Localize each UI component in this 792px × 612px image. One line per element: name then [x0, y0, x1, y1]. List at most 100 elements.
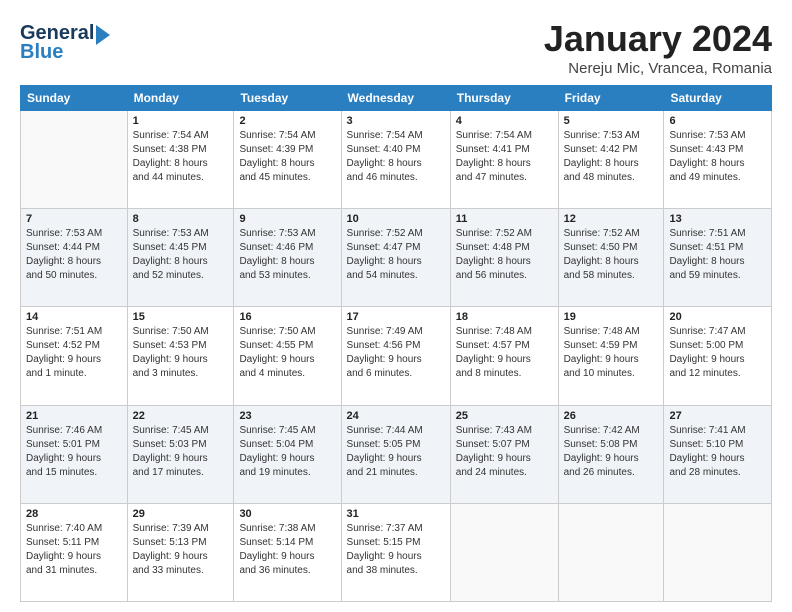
- day-number: 6: [669, 115, 766, 127]
- table-row: 13 Sunrise: 7:51 AMSunset: 4:51 PMDayligh…: [664, 209, 772, 307]
- day-number: 5: [564, 115, 659, 127]
- day-number: 27: [669, 410, 766, 422]
- col-sunday: Sunday: [21, 86, 128, 111]
- day-number: 24: [347, 410, 445, 422]
- table-row: 24 Sunrise: 7:44 AMSunset: 5:05 PMDayligh…: [341, 405, 450, 503]
- table-row: 26Sunrise: 7:42 AMSunset: 5:08 PMDayligh…: [558, 405, 664, 503]
- table-row: 30Sunrise: 7:38 AMSunset: 5:14 PMDayligh…: [234, 503, 341, 601]
- logo: General Blue: [20, 22, 110, 64]
- day-number: 22: [133, 410, 229, 422]
- day-number: 20: [669, 311, 766, 323]
- day-info: Sunrise: 7:51 AMSunset: 4:52 PMDaylight:…: [26, 325, 122, 381]
- day-info: Sunrise: 7:41 AMSunset: 5:10 PMDaylight:…: [669, 424, 766, 480]
- table-row: 21 Sunrise: 7:46 AMSunset: 5:01 PMDayligh…: [21, 405, 128, 503]
- table-row: 25Sunrise: 7:43 AMSunset: 5:07 PMDayligh…: [450, 405, 558, 503]
- day-number: 14: [26, 311, 122, 323]
- day-info: Sunrise: 7:52 AMSunset: 4:48 PMDaylight:…: [456, 227, 553, 283]
- table-row: [21, 111, 128, 209]
- day-info: Sunrise: 7:39 AMSunset: 5:13 PMDaylight:…: [133, 522, 229, 578]
- day-number: 19: [564, 311, 659, 323]
- table-row: 2Sunrise: 7:54 AMSunset: 4:39 PMDaylight…: [234, 111, 341, 209]
- day-info: Sunrise: 7:44 AMSunset: 5:05 PMDaylight:…: [347, 424, 445, 480]
- day-info: Sunrise: 7:50 AMSunset: 4:55 PMDaylight:…: [239, 325, 335, 381]
- table-row: 4 Sunrise: 7:54 AMSunset: 4:41 PMDaylight…: [450, 111, 558, 209]
- day-number: 25: [456, 410, 553, 422]
- day-number: 28: [26, 508, 122, 520]
- day-info: Sunrise: 7:52 AMSunset: 4:50 PMDaylight:…: [564, 227, 659, 283]
- day-number: 1: [133, 115, 229, 127]
- day-info: Sunrise: 7:45 AMSunset: 5:03 PMDaylight:…: [133, 424, 229, 480]
- day-number: 7: [26, 213, 122, 225]
- day-info: Sunrise: 7:54 AMSunset: 4:41 PMDaylight:…: [456, 129, 553, 185]
- day-info: Sunrise: 7:48 AMSunset: 4:57 PMDaylight:…: [456, 325, 553, 381]
- week-row-0: 1Sunrise: 7:54 AMSunset: 4:38 PMDaylight…: [21, 111, 772, 209]
- table-row: 12 Sunrise: 7:52 AMSunset: 4:50 PMDayligh…: [558, 209, 664, 307]
- table-row: 22 Sunrise: 7:45 AMSunset: 5:03 PMDayligh…: [127, 405, 234, 503]
- week-row-4: 28 Sunrise: 7:40 AMSunset: 5:11 PMDayligh…: [21, 503, 772, 601]
- day-number: 17: [347, 311, 445, 323]
- day-info: Sunrise: 7:49 AMSunset: 4:56 PMDaylight:…: [347, 325, 445, 381]
- week-row-3: 21 Sunrise: 7:46 AMSunset: 5:01 PMDayligh…: [21, 405, 772, 503]
- day-number: 21: [26, 410, 122, 422]
- header: General Blue January 2024 Nereju Mic, Vr…: [20, 18, 772, 77]
- table-row: 1Sunrise: 7:54 AMSunset: 4:38 PMDaylight…: [127, 111, 234, 209]
- table-row: 28 Sunrise: 7:40 AMSunset: 5:11 PMDayligh…: [21, 503, 128, 601]
- page: General Blue January 2024 Nereju Mic, Vr…: [0, 0, 792, 612]
- table-row: 10Sunrise: 7:52 AMSunset: 4:47 PMDayligh…: [341, 209, 450, 307]
- day-info: Sunrise: 7:40 AMSunset: 5:11 PMDaylight:…: [26, 522, 122, 578]
- table-row: 31 Sunrise: 7:37 AMSunset: 5:15 PMDayligh…: [341, 503, 450, 601]
- table-row: 14 Sunrise: 7:51 AMSunset: 4:52 PMDayligh…: [21, 307, 128, 405]
- day-number: 15: [133, 311, 229, 323]
- day-info: Sunrise: 7:52 AMSunset: 4:47 PMDaylight:…: [347, 227, 445, 283]
- location: Nereju Mic, Vrancea, Romania: [544, 60, 772, 77]
- day-info: Sunrise: 7:53 AMSunset: 4:43 PMDaylight:…: [669, 129, 766, 185]
- col-tuesday: Tuesday: [234, 86, 341, 111]
- day-info: Sunrise: 7:45 AMSunset: 5:04 PMDaylight:…: [239, 424, 335, 480]
- day-info: Sunrise: 7:47 AMSunset: 5:00 PMDaylight:…: [669, 325, 766, 381]
- col-saturday: Saturday: [664, 86, 772, 111]
- table-row: 18 Sunrise: 7:48 AMSunset: 4:57 PMDayligh…: [450, 307, 558, 405]
- table-row: 20 Sunrise: 7:47 AMSunset: 5:00 PMDayligh…: [664, 307, 772, 405]
- day-number: 4: [456, 115, 553, 127]
- calendar-header-row: Sunday Monday Tuesday Wednesday Thursday…: [21, 86, 772, 111]
- table-row: 16 Sunrise: 7:50 AMSunset: 4:55 PMDayligh…: [234, 307, 341, 405]
- table-row: [450, 503, 558, 601]
- day-number: 3: [347, 115, 445, 127]
- table-row: [664, 503, 772, 601]
- col-wednesday: Wednesday: [341, 86, 450, 111]
- day-info: Sunrise: 7:51 AMSunset: 4:51 PMDaylight:…: [669, 227, 766, 283]
- table-row: 3 Sunrise: 7:54 AMSunset: 4:40 PMDaylight…: [341, 111, 450, 209]
- day-info: Sunrise: 7:53 AMSunset: 4:45 PMDaylight:…: [133, 227, 229, 283]
- col-thursday: Thursday: [450, 86, 558, 111]
- day-info: Sunrise: 7:37 AMSunset: 5:15 PMDaylight:…: [347, 522, 445, 578]
- table-row: 17 Sunrise: 7:49 AMSunset: 4:56 PMDayligh…: [341, 307, 450, 405]
- table-row: 19 Sunrise: 7:48 AMSunset: 4:59 PMDayligh…: [558, 307, 664, 405]
- table-row: 6 Sunrise: 7:53 AMSunset: 4:43 PMDaylight…: [664, 111, 772, 209]
- table-row: 8 Sunrise: 7:53 AMSunset: 4:45 PMDaylight…: [127, 209, 234, 307]
- day-number: 18: [456, 311, 553, 323]
- day-info: Sunrise: 7:48 AMSunset: 4:59 PMDaylight:…: [564, 325, 659, 381]
- table-row: 9 Sunrise: 7:53 AMSunset: 4:46 PMDaylight…: [234, 209, 341, 307]
- day-info: Sunrise: 7:53 AMSunset: 4:46 PMDaylight:…: [239, 227, 335, 283]
- month-title: January 2024: [544, 18, 772, 60]
- day-number: 9: [239, 213, 335, 225]
- table-row: 7Sunrise: 7:53 AMSunset: 4:44 PMDaylight…: [21, 209, 128, 307]
- day-info: Sunrise: 7:50 AMSunset: 4:53 PMDaylight:…: [133, 325, 229, 381]
- table-row: 15 Sunrise: 7:50 AMSunset: 4:53 PMDayligh…: [127, 307, 234, 405]
- col-friday: Friday: [558, 86, 664, 111]
- week-row-2: 14 Sunrise: 7:51 AMSunset: 4:52 PMDayligh…: [21, 307, 772, 405]
- day-info: Sunrise: 7:38 AMSunset: 5:14 PMDaylight:…: [239, 522, 335, 578]
- day-info: Sunrise: 7:54 AMSunset: 4:40 PMDaylight:…: [347, 129, 445, 185]
- day-number: 13: [669, 213, 766, 225]
- day-info: Sunrise: 7:53 AMSunset: 4:42 PMDaylight:…: [564, 129, 659, 185]
- day-number: 31: [347, 508, 445, 520]
- col-monday: Monday: [127, 86, 234, 111]
- table-row: [558, 503, 664, 601]
- day-number: 29: [133, 508, 229, 520]
- day-number: 16: [239, 311, 335, 323]
- day-info: Sunrise: 7:46 AMSunset: 5:01 PMDaylight:…: [26, 424, 122, 480]
- day-number: 12: [564, 213, 659, 225]
- week-row-1: 7Sunrise: 7:53 AMSunset: 4:44 PMDaylight…: [21, 209, 772, 307]
- day-number: 8: [133, 213, 229, 225]
- day-number: 23: [239, 410, 335, 422]
